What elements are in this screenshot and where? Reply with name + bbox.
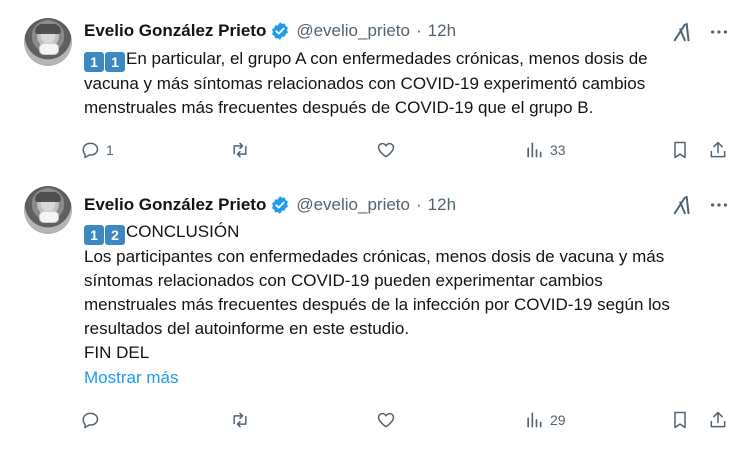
show-more-link[interactable]: Mostrar más (84, 368, 178, 388)
retweet-button[interactable] (230, 138, 256, 162)
tweet-text: 1 1 En particular, el grupo A con enfermed… (84, 47, 732, 120)
share-icon (710, 141, 726, 158)
tweet-line: CONCLUSIÓN (126, 222, 240, 241)
keycap-emoji: 1 (84, 225, 104, 245)
author-name[interactable]: Evelio González Prieto (84, 195, 266, 215)
bookmark-icon (674, 411, 686, 429)
retweet-icon (233, 412, 247, 428)
keycap-emoji: 1 (84, 52, 104, 72)
like-button[interactable] (376, 138, 402, 162)
tweet-line: resultados del autoinforme en este estud… (84, 319, 410, 338)
retweet-icon (233, 142, 247, 158)
keycap-emoji: 1 (105, 52, 125, 72)
timestamp[interactable]: 12h (428, 195, 456, 215)
tweet-line: FIN DEL (84, 343, 150, 362)
avatar[interactable] (24, 186, 72, 234)
views-icon (527, 142, 542, 158)
tweet-line: vacuna y más síntomas relacionados con C… (84, 74, 646, 93)
verified-badge-icon (272, 196, 289, 214)
reply-button[interactable]: 1 (80, 138, 114, 162)
like-icon (377, 412, 395, 428)
tweet-header: Evelio González Prieto @evelio_prieto · … (84, 193, 456, 217)
author-name[interactable]: Evelio González Prieto (84, 21, 266, 41)
tweet[interactable]: Evelio González Prieto @evelio_prieto · … (0, 178, 742, 454)
views-button[interactable]: 33 (524, 138, 566, 162)
views-count: 33 (550, 142, 566, 158)
more-icon[interactable] (708, 21, 730, 43)
timestamp[interactable]: 12h (428, 21, 456, 41)
author-handle[interactable]: @evelio_prieto (296, 21, 410, 41)
grok-icon[interactable] (672, 21, 694, 43)
reply-icon (82, 412, 99, 429)
tweet-line: En particular, el grupo A con enfermedad… (126, 49, 648, 68)
tweet-line: síntomas relacionados con COVID-19 puede… (84, 271, 603, 290)
reply-button[interactable] (80, 408, 106, 432)
tweet[interactable]: Evelio González Prieto @evelio_prieto · … (0, 0, 742, 178)
avatar[interactable] (24, 18, 72, 66)
tweet-header: Evelio González Prieto @evelio_prieto · … (84, 19, 456, 43)
views-icon (527, 412, 542, 428)
tweet-line: menstruales más frecuentes después de la… (84, 295, 670, 314)
bookmark-icon (674, 141, 686, 159)
reply-count: 1 (106, 142, 114, 158)
like-icon (377, 142, 395, 158)
bookmark-button[interactable] (670, 408, 690, 432)
verified-badge-icon (272, 22, 289, 40)
action-bar: 29 (80, 408, 732, 432)
reply-icon (82, 142, 99, 159)
separator-dot: · (415, 21, 422, 40)
tweet-line: menstruales más frecuentes después de CO… (84, 98, 594, 117)
more-icon[interactable] (708, 194, 730, 216)
share-button[interactable] (708, 138, 728, 162)
tweet-line: Los participantes con enfermedades cróni… (84, 247, 665, 266)
grok-icon[interactable] (672, 194, 694, 216)
views-button[interactable]: 29 (524, 408, 566, 432)
tweet-text: 1 2 CONCLUSIÓN Los participantes con enfer… (84, 220, 732, 365)
retweet-button[interactable] (230, 408, 256, 432)
author-handle[interactable]: @evelio_prieto (296, 195, 410, 215)
keycap-emoji: 2 (105, 225, 125, 245)
like-button[interactable] (376, 408, 402, 432)
share-icon (710, 411, 726, 428)
views-count: 29 (550, 412, 566, 428)
action-bar: 1 33 (80, 138, 732, 162)
bookmark-button[interactable] (670, 138, 690, 162)
separator-dot: · (415, 195, 422, 214)
share-button[interactable] (708, 408, 728, 432)
